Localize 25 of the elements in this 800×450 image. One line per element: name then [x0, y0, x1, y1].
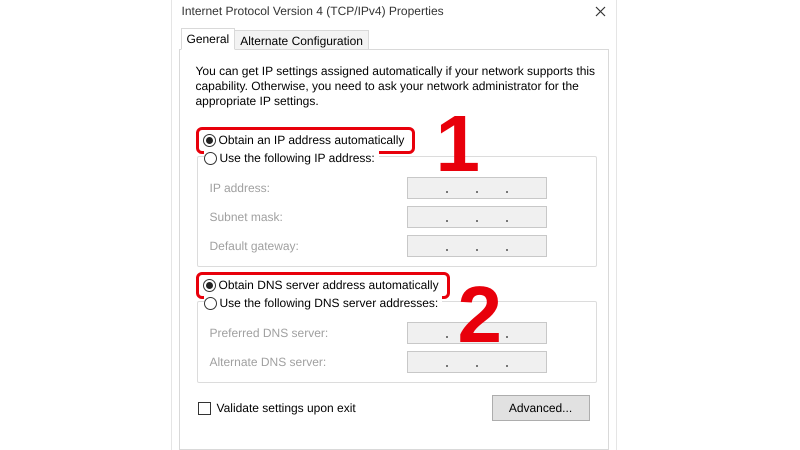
window-title: Internet Protocol Version 4 (TCP/IPv4) Properties [182, 3, 444, 20]
option-label: Use the following DNS server addresses: [220, 295, 438, 312]
radio-button[interactable] [204, 296, 216, 310]
radio-button[interactable] [202, 134, 216, 146]
checkbox-label: Validate settings upon exit [216, 400, 356, 417]
tab[interactable]: Alternate Configuration [234, 30, 369, 50]
field-label: Preferred DNS server: [210, 324, 330, 342]
ip-address-field[interactable] [406, 234, 546, 256]
ip-address-field[interactable] [406, 206, 546, 228]
checkbox[interactable] [198, 402, 210, 414]
option-label: Use the following IP address: [220, 150, 375, 167]
field-label: IP address: [210, 180, 271, 196]
field-label: Subnet mask: [210, 208, 284, 226]
advanced-button[interactable]: Advanced... [492, 395, 590, 421]
field-label: Alternate DNS server: [210, 354, 328, 370]
radio-button[interactable] [204, 152, 216, 164]
ip-address-field[interactable] [406, 176, 546, 198]
field-label: Default gateway: [210, 238, 300, 254]
radio-button[interactable] [202, 278, 216, 292]
ip-address-field[interactable] [406, 350, 546, 372]
tab[interactable]: General [180, 28, 236, 50]
option-label: Obtain DNS server address automatically [218, 277, 439, 294]
step-number: 2 [458, 275, 502, 355]
option-label: Obtain an IP address automatically [218, 132, 404, 149]
close-icon[interactable] [594, 6, 606, 16]
